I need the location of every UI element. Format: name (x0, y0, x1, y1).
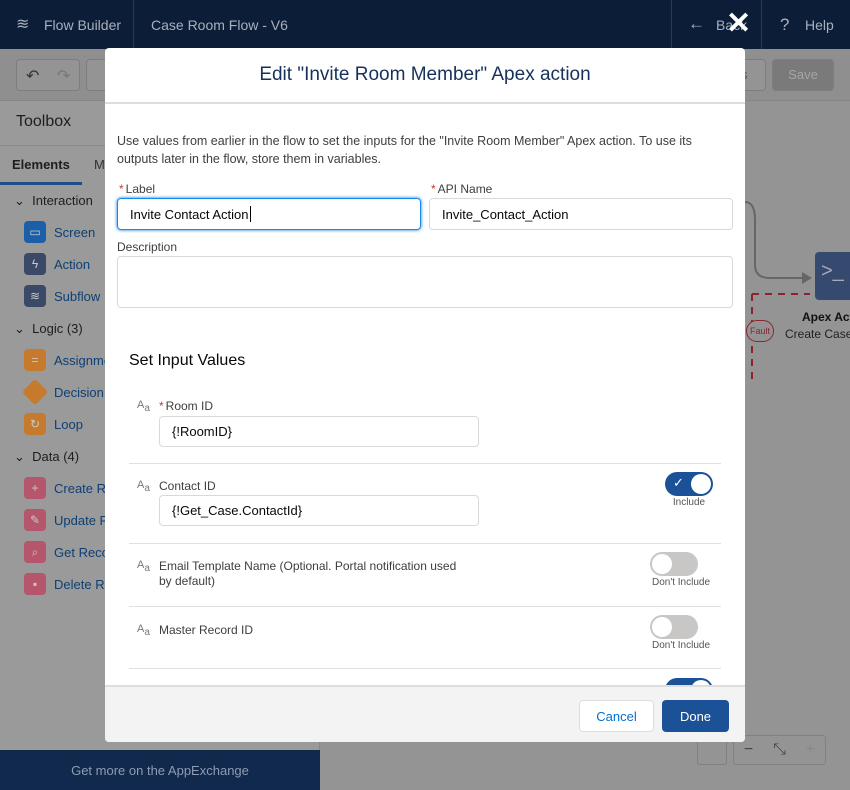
text-type-icon: Aa (137, 623, 150, 639)
node-subtitle: Create Case (785, 327, 850, 341)
toggle-caption: Don't Include (651, 640, 711, 651)
arrow-left-icon[interactable]: ← (688, 14, 705, 34)
label-input[interactable]: Invite Contact Action (117, 198, 421, 230)
toggle-caption: Don't Include (651, 577, 711, 588)
text-type-icon: Aa (137, 399, 150, 415)
top-bar: ≋ Flow Builder Case Room Flow - V6 ← Bac… (0, 0, 850, 49)
screen-icon: ▭ (24, 221, 46, 243)
description-label: Description (117, 240, 178, 254)
apex-action-node[interactable]: >_ (815, 252, 850, 300)
tab-manager[interactable]: M (94, 157, 105, 172)
get-records-icon: ⌕ (24, 541, 46, 563)
save-button[interactable]: Save (772, 59, 834, 91)
zoom-in-icon[interactable]: + (806, 741, 815, 759)
zoom-out-icon[interactable]: − (744, 741, 753, 759)
subflow-icon: ≋ (24, 285, 46, 307)
contact-id-label: Contact ID (159, 479, 216, 493)
check-icon: ✓ (673, 475, 684, 490)
room-id-label: * Room ID (159, 399, 214, 413)
section-logic[interactable]: ⌄ Logic (3) (14, 321, 83, 337)
modal-title: Edit "Invite Room Member" Apex action (105, 48, 745, 104)
modal-footer: Cancel Done (105, 685, 745, 742)
text-type-icon: Aa (137, 479, 150, 495)
delete-records-icon: ▪ (24, 573, 46, 595)
decision-icon (21, 378, 49, 406)
update-records-icon: ✎ (24, 509, 46, 531)
api-name-label: * API Name (431, 182, 493, 196)
help-button[interactable]: Help (805, 17, 834, 33)
email-template-include-toggle[interactable] (650, 552, 698, 576)
fault-label: Fault (746, 320, 775, 342)
done-button[interactable]: Done (662, 700, 729, 732)
help-icon[interactable]: ? (780, 15, 789, 35)
tab-elements[interactable]: Elements (12, 157, 70, 172)
description-textarea[interactable] (117, 256, 733, 308)
edit-apex-action-modal: Edit "Invite Room Member" Apex action Us… (105, 48, 745, 742)
master-record-include-toggle[interactable] (650, 615, 698, 639)
master-record-id-label: Master Record ID (159, 623, 254, 637)
room-id-input[interactable]: {!RoomID} (159, 416, 479, 447)
label-field-label: * Label (119, 182, 156, 196)
create-records-icon: + (24, 477, 46, 499)
contact-id-input[interactable]: {!Get_Case.ContactId} (159, 495, 479, 526)
zoom-controls[interactable]: − ⤡ + (733, 735, 826, 765)
section-title: Set Input Values (129, 352, 246, 369)
contact-id-include-toggle[interactable]: ✓ (665, 472, 713, 496)
fit-icon[interactable]: ⤡ (773, 741, 786, 759)
sidebar-item-decision[interactable]: Decision (21, 378, 104, 406)
loop-icon: ↻ (24, 413, 46, 435)
modal-description: Use values from earlier in the flow to s… (117, 134, 692, 166)
sidebar-item-loop[interactable]: ↻ Loop (24, 412, 83, 436)
text-type-icon: Aa (137, 559, 150, 575)
app-name: Flow Builder (44, 17, 122, 33)
appexchange-link[interactable]: Get more on the AppExchange (0, 750, 320, 790)
api-name-input[interactable]: Invite_Contact_Action (429, 198, 733, 230)
undo-redo-group[interactable]: ↶ ↷ (16, 59, 80, 91)
flow-name: Case Room Flow - V6 (151, 17, 288, 33)
node-title: Apex Action (802, 310, 850, 324)
email-template-label: Email Template Name (Optional. Portal no… (159, 559, 457, 588)
sidebar-item-action[interactable]: ϟ Action (24, 252, 90, 276)
section-interaction[interactable]: ⌄ Interaction (14, 193, 93, 209)
toggle-caption: Include (672, 497, 706, 508)
lightning-icon: ϟ (24, 253, 46, 275)
assignment-icon: = (24, 349, 46, 371)
sidebar-item-subflow[interactable]: ≋ Subflow (24, 284, 100, 308)
cancel-button[interactable]: Cancel (579, 700, 654, 732)
close-icon[interactable]: ✕ (726, 6, 751, 41)
flow-builder-logo-icon: ≋ (16, 16, 30, 33)
section-data[interactable]: ⌄ Data (4) (14, 449, 79, 465)
sidebar-item-screen[interactable]: ▭ Screen (24, 220, 95, 244)
toolbox-title: Toolbox (16, 113, 72, 130)
